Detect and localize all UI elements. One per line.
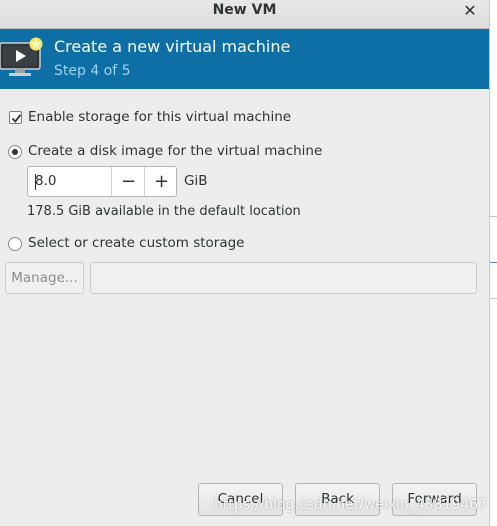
plus-icon: + bbox=[153, 171, 170, 192]
titlebar: New VM ✕ bbox=[0, 0, 489, 29]
enable-storage-checkbox[interactable] bbox=[9, 111, 22, 124]
new-vm-dialog: New VM ✕ Create a new virtual machine St… bbox=[0, 0, 490, 526]
background-window-strip bbox=[490, 0, 497, 526]
close-icon: ✕ bbox=[463, 1, 477, 20]
custom-storage-radio[interactable] bbox=[8, 237, 22, 251]
disk-image-radio[interactable] bbox=[8, 145, 22, 159]
decrease-size-button[interactable]: − bbox=[111, 167, 145, 196]
background-divider bbox=[490, 298, 497, 299]
disk-image-label[interactable]: Create a disk image for the virtual mach… bbox=[28, 143, 322, 159]
checkmark-icon bbox=[11, 114, 22, 123]
text-cursor bbox=[35, 174, 36, 190]
custom-storage-label[interactable]: Select or create custom storage bbox=[28, 235, 244, 251]
background-divider bbox=[490, 262, 497, 263]
radio-selected-indicator bbox=[12, 149, 18, 155]
cancel-button[interactable]: Cancel bbox=[198, 483, 283, 516]
enable-storage-label[interactable]: Enable storage for this virtual machine bbox=[28, 109, 291, 125]
window-title: New VM bbox=[212, 2, 277, 18]
custom-storage-path-field[interactable] bbox=[90, 262, 477, 294]
manage-button[interactable]: Manage... bbox=[5, 262, 84, 294]
wizard-step: Step 4 of 5 bbox=[54, 63, 131, 79]
disk-size-spinbutton: − + bbox=[27, 166, 177, 197]
disk-size-input[interactable] bbox=[28, 167, 111, 196]
wizard-title: Create a new virtual machine bbox=[54, 37, 291, 56]
minus-icon: − bbox=[120, 171, 137, 192]
increase-size-button[interactable]: + bbox=[144, 167, 176, 196]
background-divider bbox=[490, 216, 497, 217]
wizard-header: Create a new virtual machine Step 4 of 5 bbox=[0, 29, 489, 89]
virtual-machine-icon bbox=[0, 37, 43, 76]
available-space-text: 178.5 GiB available in the default locat… bbox=[27, 204, 301, 219]
close-button[interactable]: ✕ bbox=[461, 2, 479, 20]
size-unit-label: GiB bbox=[184, 173, 208, 189]
forward-button[interactable]: Forward bbox=[392, 483, 477, 516]
back-button[interactable]: Back bbox=[295, 483, 380, 516]
